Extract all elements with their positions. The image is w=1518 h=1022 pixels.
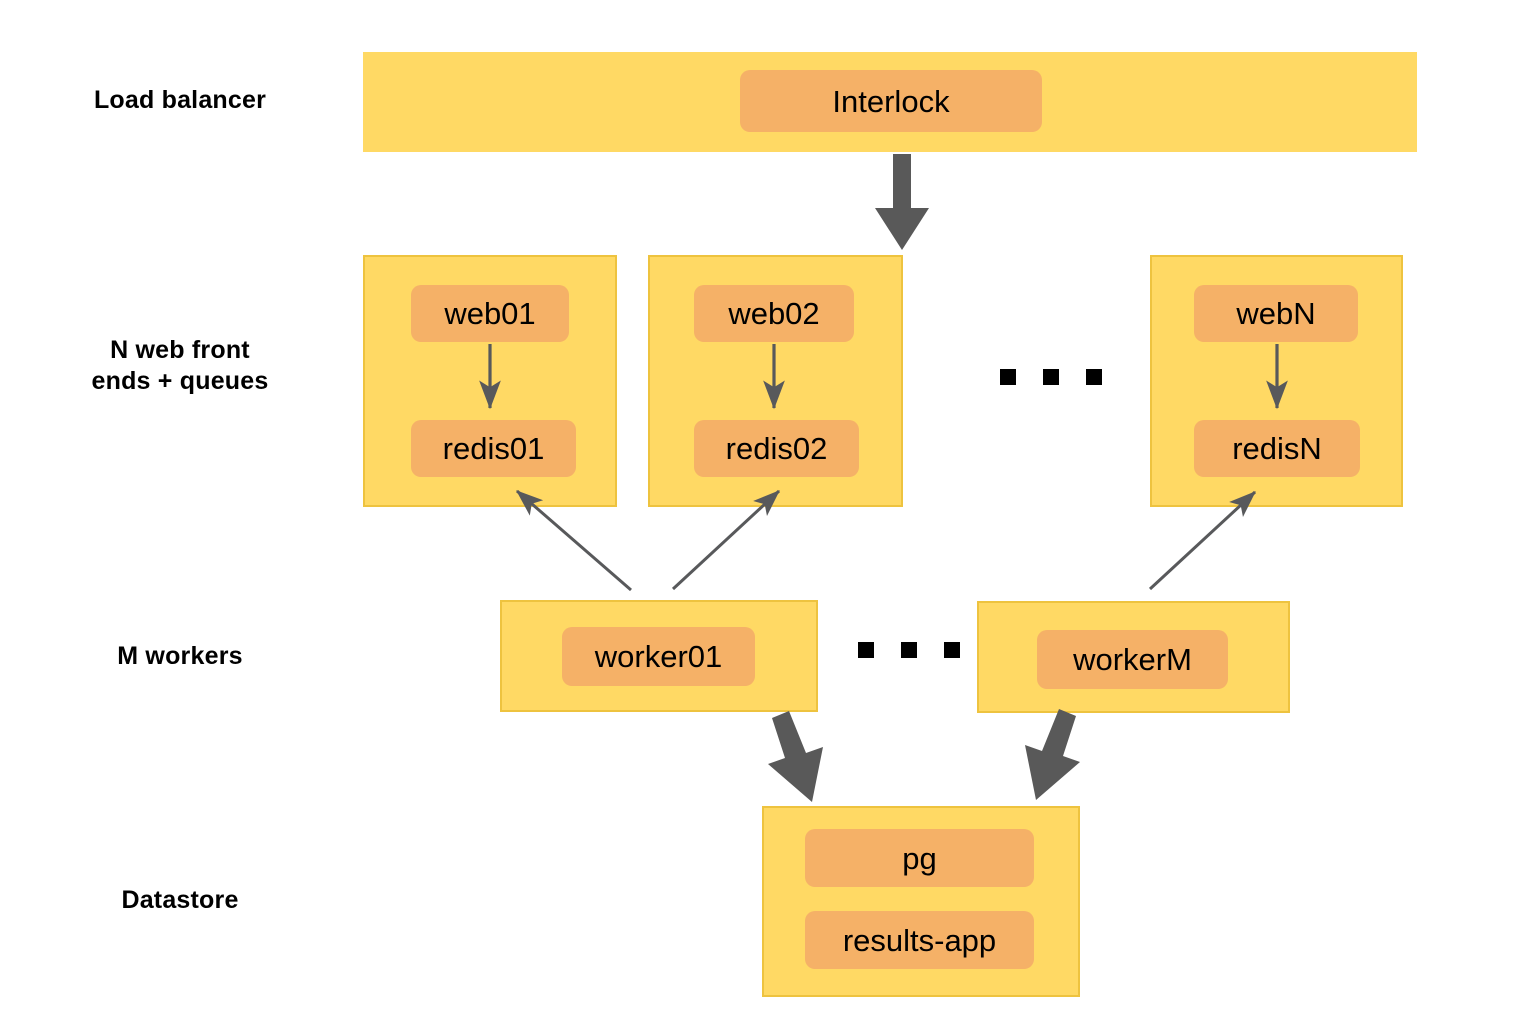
row-label-datastore: Datastore <box>121 886 239 914</box>
node-pg[interactable]: pg <box>805 829 1034 887</box>
worker-row-ellipsis <box>858 642 960 658</box>
node-redis02[interactable]: redis02 <box>694 420 859 477</box>
node-interlock[interactable]: Interlock <box>740 70 1042 132</box>
node-redisN[interactable]: redisN <box>1194 420 1360 477</box>
row-label-web-front-ends: N web front ends + queues <box>91 336 269 395</box>
row-label-workers: M workers <box>117 642 243 670</box>
node-web02[interactable]: web02 <box>694 285 854 342</box>
row-label-load-balancer: Load balancer <box>93 86 267 114</box>
node-redis01[interactable]: redis01 <box>411 420 576 477</box>
ellipsis-dot <box>944 642 960 658</box>
ellipsis-dot <box>1000 369 1016 385</box>
web-row-ellipsis <box>1000 369 1102 385</box>
node-workerM[interactable]: workerM <box>1037 630 1228 689</box>
ellipsis-dot <box>901 642 917 658</box>
ellipsis-dot <box>1043 369 1059 385</box>
arrow-interlock-to-web-tier <box>875 154 929 250</box>
ellipsis-dot <box>1086 369 1102 385</box>
connection-arrows-layer <box>479 154 1288 802</box>
ellipsis-dot <box>858 642 874 658</box>
node-webN[interactable]: webN <box>1194 285 1358 342</box>
node-results-app[interactable]: results-app <box>805 911 1034 969</box>
node-web01[interactable]: web01 <box>411 285 569 342</box>
architecture-diagram: Load balancer N web front ends + queues … <box>0 0 1518 1022</box>
arrow-worker01-to-datastore <box>768 711 823 802</box>
arrow-workerM-to-datastore <box>1025 709 1080 800</box>
node-worker01[interactable]: worker01 <box>562 627 755 686</box>
